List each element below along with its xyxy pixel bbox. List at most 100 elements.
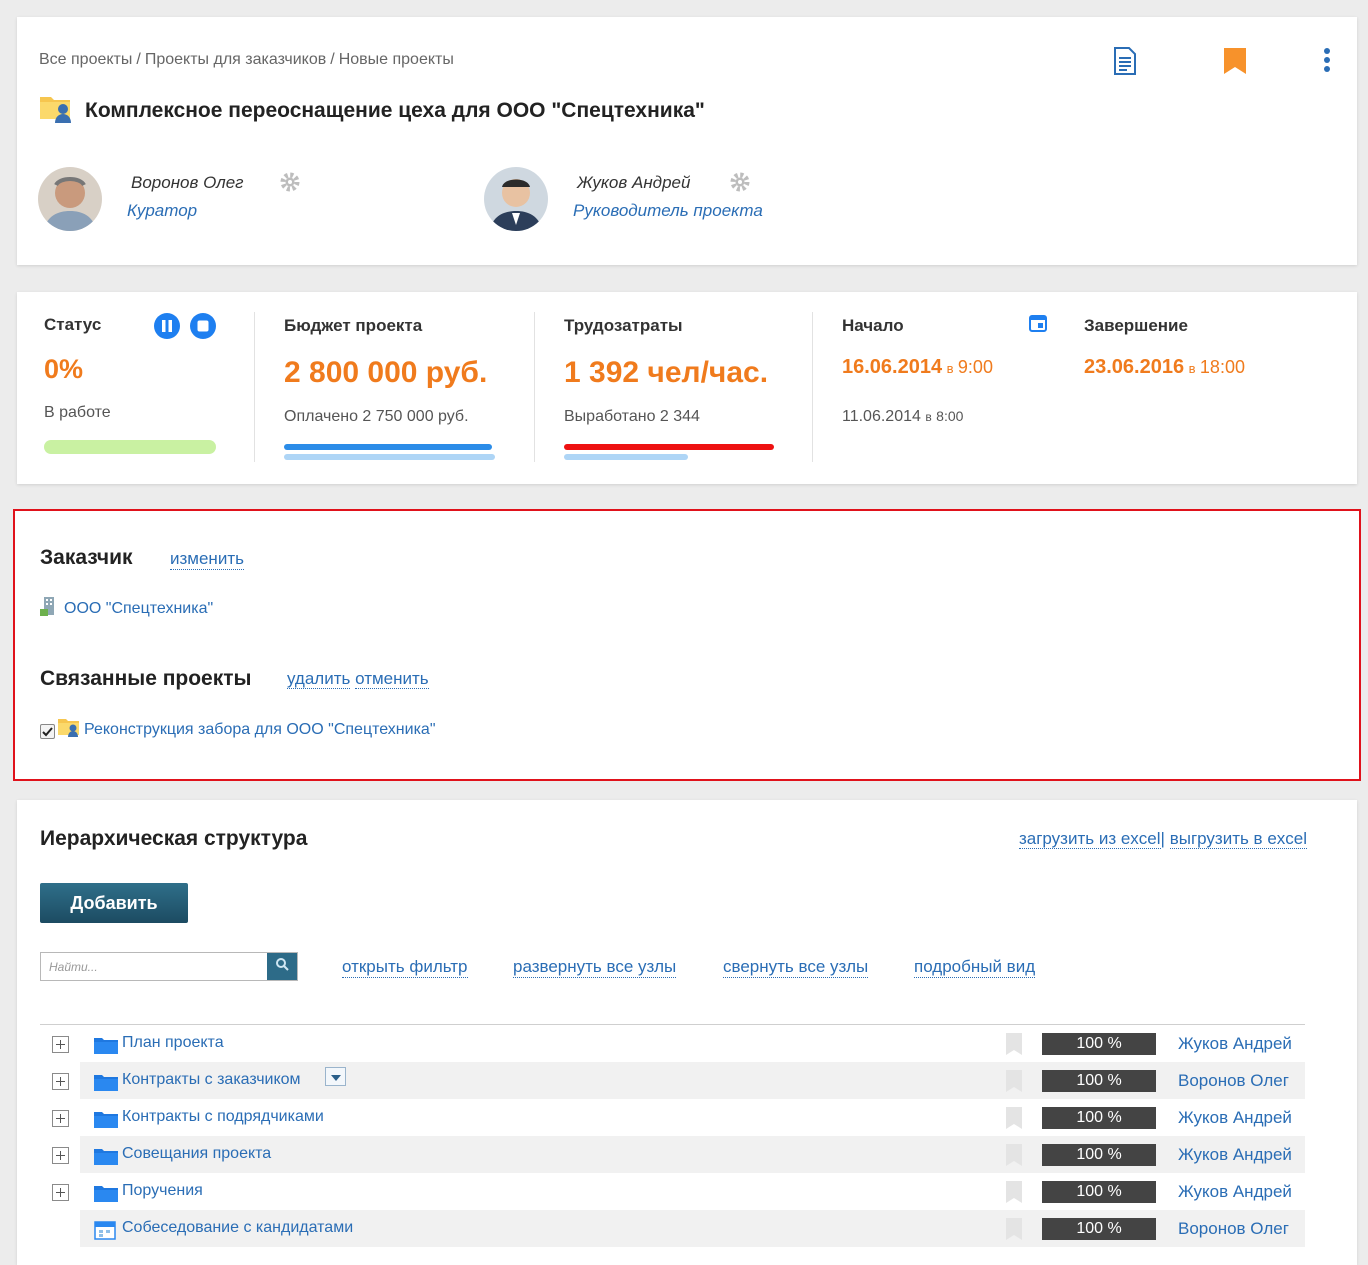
tree-row[interactable]: Поручения 100 % Жуков Андрей	[40, 1173, 1305, 1210]
labor-plan-bar	[564, 454, 688, 460]
tree-row[interactable]: Контракты с заказчиком 100 % Воронов Олег	[40, 1062, 1305, 1099]
budget-label: Бюджет проекта	[284, 316, 423, 335]
start-planned: 16.06.2014 в 9:00	[842, 356, 993, 379]
manager-person: Жуков Андрей Руководитель проекта	[484, 167, 824, 233]
pause-icon[interactable]	[153, 312, 181, 345]
more-menu-icon[interactable]	[1323, 47, 1331, 78]
labor-worked: Выработано 2 344	[564, 408, 700, 425]
collapse-all-link[interactable]: свернуть все узлы	[723, 957, 869, 978]
stop-icon[interactable]	[189, 312, 217, 345]
export-excel-link[interactable]: выгрузить в excel	[1169, 829, 1307, 849]
load-excel-link[interactable]: загрузить из excel	[1018, 829, 1161, 849]
owner-link[interactable]: Воронов Олег	[1178, 1219, 1289, 1239]
owner-link[interactable]: Воронов Олег	[1178, 1071, 1289, 1091]
avatar	[38, 167, 102, 231]
bookmark-icon[interactable]	[1223, 47, 1247, 80]
customer-title: Заказчик	[40, 546, 133, 569]
divider	[254, 312, 255, 462]
related-checkbox[interactable]	[40, 724, 55, 739]
flag-icon[interactable]	[1005, 1106, 1023, 1135]
expand-toggle-icon[interactable]	[52, 1147, 69, 1164]
progress-value: 100 %	[1042, 1033, 1156, 1055]
progress-value: 100 %	[1042, 1218, 1156, 1240]
end-in: в	[1188, 361, 1196, 376]
search-input[interactable]: Найти...	[41, 953, 267, 980]
meeting-icon	[94, 1219, 116, 1246]
row-name-link[interactable]: План проекта	[122, 1034, 224, 1052]
budget-paid: Оплачено 2 750 000 руб.	[284, 408, 469, 425]
expand-toggle-icon[interactable]	[52, 1110, 69, 1127]
folder-icon	[94, 1185, 118, 1207]
flag-icon[interactable]	[1005, 1143, 1023, 1172]
progress-value: 100 %	[1042, 1070, 1156, 1092]
person-name: Жуков Андрей	[577, 173, 691, 192]
expand-toggle-icon[interactable]	[52, 1184, 69, 1201]
customer-item: ООО "Спецтехника"	[40, 595, 213, 622]
person-role-link[interactable]: Куратор	[127, 201, 197, 221]
related-project-link[interactable]: Реконструкция забора для ООО "Спецтехник…	[84, 721, 436, 739]
person-role-link[interactable]: Руководитель проекта	[573, 201, 763, 221]
owner-link[interactable]: Жуков Андрей	[1178, 1034, 1292, 1054]
start-date: 16.06.2014	[842, 356, 943, 378]
status-progress-bar	[44, 440, 216, 454]
gear-icon[interactable]	[279, 171, 301, 198]
row-name-link[interactable]: Собеседование с кандидатами	[122, 1219, 353, 1237]
progress-value: 100 %	[1042, 1181, 1156, 1203]
labor-worked-bar	[564, 444, 774, 450]
owner-link[interactable]: Жуков Андрей	[1178, 1145, 1292, 1165]
cancel-link[interactable]: отменить	[355, 669, 429, 689]
expand-toggle-icon[interactable]	[52, 1073, 69, 1090]
flag-icon[interactable]	[1005, 1180, 1023, 1209]
breadcrumb-all-projects[interactable]: Все проекты	[39, 51, 132, 68]
hierarchy-title: Иерархическая структура	[40, 827, 308, 850]
project-folder-icon	[39, 93, 73, 128]
row-menu-dropdown[interactable]	[325, 1067, 346, 1086]
status-percent: 0%	[44, 354, 84, 384]
related-actions: удалить отменить	[287, 669, 429, 689]
change-customer-link[interactable]: изменить	[170, 549, 244, 570]
row-name-link[interactable]: Контракты с подрядчиками	[122, 1108, 324, 1126]
breadcrumb: Все проекты / Проекты для заказчиков / Новые…	[39, 51, 454, 68]
expand-all-link[interactable]: развернуть все узлы	[513, 957, 677, 978]
chevron-down-icon	[330, 1068, 341, 1086]
delete-link[interactable]: удалить	[287, 669, 351, 689]
flag-icon[interactable]	[1005, 1217, 1023, 1246]
progress-value: 100 %	[1042, 1144, 1156, 1166]
breadcrumb-new-projects[interactable]: Новые проекты	[339, 51, 454, 68]
divider	[812, 312, 813, 462]
budget-paid-bar	[284, 444, 492, 450]
search-box: Найти...	[40, 952, 298, 981]
search-button[interactable]	[267, 953, 297, 980]
flag-icon[interactable]	[1005, 1032, 1023, 1061]
tree-row[interactable]: План проекта 100 % Жуков Андрей	[40, 1025, 1305, 1062]
tree-row[interactable]: Совещания проекта 100 % Жуков Андрей	[40, 1136, 1305, 1173]
row-name-link[interactable]: Поручения	[122, 1182, 203, 1200]
owner-link[interactable]: Жуков Андрей	[1178, 1182, 1292, 1202]
detailed-view-link[interactable]: подробный вид	[914, 957, 1036, 978]
open-filter-link[interactable]: открыть фильтр	[342, 957, 468, 978]
start-actual-time: 8:00	[936, 408, 964, 424]
flag-icon[interactable]	[1005, 1069, 1023, 1098]
excel-actions: загрузить из excel| выгрузить в excel	[1018, 829, 1307, 849]
row-name-link[interactable]: Совещания проекта	[122, 1145, 271, 1163]
owner-link[interactable]: Жуков Андрей	[1178, 1108, 1292, 1128]
gear-icon[interactable]	[729, 171, 751, 198]
tree-row[interactable]: Собеседование с кандидатами 100 % Воронов …	[40, 1210, 1305, 1247]
hierarchy-tree: План проекта 100 % Жуков Андрей Контракты с…	[40, 1024, 1305, 1247]
status-block: Статус 0% В работе	[44, 292, 244, 484]
folder-icon	[94, 1148, 118, 1170]
customer-link[interactable]: ООО "Спецтехника"	[64, 600, 213, 618]
expand-toggle-icon[interactable]	[52, 1036, 69, 1053]
row-name-link[interactable]: Контракты с заказчиком	[122, 1071, 301, 1089]
labor-block: Трудозатраты 1 392 чел/час. Выработано 2…	[564, 292, 804, 484]
breadcrumb-customer-projects[interactable]: Проекты для заказчиков	[145, 51, 326, 68]
document-icon[interactable]	[1113, 47, 1137, 80]
progress-value: 100 %	[1042, 1107, 1156, 1129]
end-block: Завершение 23.06.2016 в 18:00	[1084, 292, 1324, 484]
related-projects-title: Связанные проекты	[40, 667, 252, 690]
calendar-icon[interactable]	[1029, 314, 1047, 337]
budget-value: 2 800 000 руб.	[284, 356, 488, 389]
tree-row[interactable]: Контракты с подрядчиками 100 % Жуков Андре…	[40, 1099, 1305, 1136]
add-button[interactable]: Добавить	[40, 883, 188, 923]
folder-icon	[94, 1074, 118, 1096]
